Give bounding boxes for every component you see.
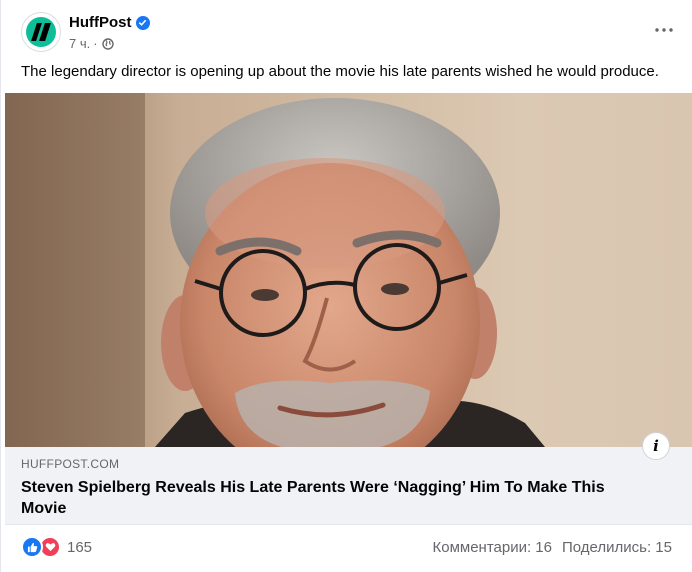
portrait-photo — [5, 93, 692, 447]
post-footer: 165 Комментарии: 16 Поделились: 15 — [21, 532, 672, 562]
meta-separator: · — [93, 36, 98, 51]
post-header: HuffPost 7 ч. · — [21, 12, 676, 58]
shares-count-link[interactable]: Поделились: 15 — [562, 539, 672, 556]
page-avatar[interactable] — [21, 12, 61, 52]
post-timestamp[interactable]: 7 ч. — [69, 36, 90, 51]
comments-count-link[interactable]: Комментарии: 16 — [433, 539, 553, 556]
feed-post: HuffPost 7 ч. · The legendary director i… — [0, 0, 692, 572]
link-domain: HUFFPOST.COM — [21, 457, 120, 471]
post-image[interactable] — [5, 93, 692, 447]
like-reaction-icon — [21, 536, 43, 558]
huffpost-logo-icon — [26, 17, 56, 47]
post-meta: 7 ч. · — [69, 36, 114, 51]
link-headline[interactable]: Steven Spielberg Reveals His Late Parent… — [21, 477, 621, 519]
post-caption: The legendary director is opening up abo… — [21, 63, 659, 80]
link-preview[interactable]: HUFFPOST.COM Steven Spielberg Reveals Hi… — [5, 447, 692, 525]
globe-icon — [101, 37, 114, 50]
info-icon[interactable]: i — [642, 432, 670, 460]
more-options-icon[interactable] — [652, 20, 676, 40]
reactions-summary[interactable]: 165 — [21, 536, 92, 558]
verified-badge-icon — [135, 15, 150, 30]
page-name-link[interactable]: HuffPost — [69, 14, 132, 31]
name-row: HuffPost — [69, 14, 150, 31]
engagement-stats: Комментарии: 16 Поделились: 15 — [423, 539, 673, 556]
reaction-count: 165 — [67, 538, 93, 556]
